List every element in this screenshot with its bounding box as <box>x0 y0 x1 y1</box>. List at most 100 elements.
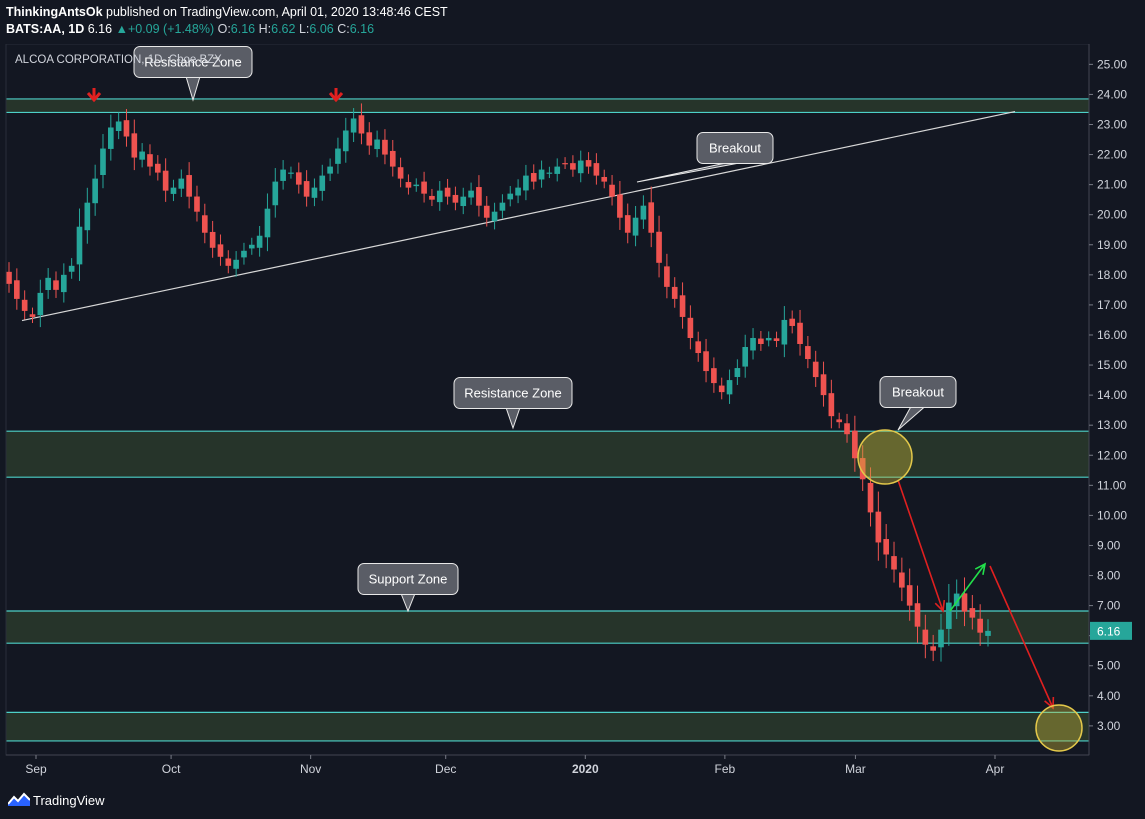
candle-body <box>311 187 318 198</box>
candle-body <box>852 430 858 459</box>
candle-body <box>969 608 976 618</box>
candle-body <box>186 175 192 197</box>
candle-body <box>781 319 788 345</box>
candle-body <box>985 630 991 636</box>
zone-fill <box>6 98 1089 113</box>
price-chart[interactable]: Resistance ZoneBreakoutResistance Zone Br… <box>0 0 1145 819</box>
time-tick-label: Sep <box>25 762 47 776</box>
candle-body <box>538 169 545 180</box>
tradingview-logo-icon[interactable] <box>8 792 30 806</box>
candle-body <box>6 271 12 284</box>
price-tick-label: 9.00 <box>1097 538 1121 552</box>
candle-body <box>938 629 944 648</box>
candle-body <box>92 178 98 204</box>
candle-body <box>648 202 655 233</box>
candle-body <box>765 337 772 341</box>
time-tick-label: 2020 <box>572 762 599 776</box>
down-arrow-icon <box>328 88 344 103</box>
candle-body <box>515 187 521 196</box>
candle-body <box>977 618 983 633</box>
candle-body <box>382 139 388 155</box>
candle-body <box>742 347 749 367</box>
author-name[interactable]: ThinkingAntsOk <box>6 5 103 19</box>
price-tick-label: 24.00 <box>1097 87 1127 101</box>
time-tick-label: Apr <box>986 762 1005 776</box>
time-tick-label: Mar <box>845 762 866 776</box>
candle-body <box>883 539 890 555</box>
candle-body <box>812 361 819 378</box>
price-tick-label: 16.00 <box>1097 328 1127 342</box>
candle-body <box>617 194 623 218</box>
candle-body <box>758 338 764 344</box>
candle-body <box>711 368 717 384</box>
candle-body <box>961 593 968 612</box>
candle-body <box>319 175 326 191</box>
candle-body <box>930 646 936 651</box>
candle-body <box>656 231 662 263</box>
price-tick-label: 10.00 <box>1097 508 1127 522</box>
chart-title: ALCOA CORPORATION, 1D, Cboe BZX <box>15 54 222 66</box>
candle-body <box>922 629 929 645</box>
price-tick-label: 8.00 <box>1097 569 1121 583</box>
price-tick-label: 7.00 <box>1097 599 1121 613</box>
candle-body <box>303 181 310 197</box>
candle-body <box>476 187 482 206</box>
axes-layer: 25.00 24.00 23.00 22.00 21.00 20.00 19.00 18.00… <box>5 43 1132 776</box>
candle-body <box>891 556 897 570</box>
header: ThinkingAntsOk published on TradingView.… <box>0 0 1145 44</box>
candle-body <box>178 178 185 189</box>
price-tick-label: 17.00 <box>1097 298 1127 312</box>
callout-label: Breakout <box>709 141 761 156</box>
candle-body <box>632 217 639 236</box>
candle-body <box>147 154 153 167</box>
callout-tail <box>185 76 201 102</box>
zone-fill <box>6 712 1089 741</box>
target-circle <box>1035 704 1083 752</box>
candle-body <box>100 148 106 176</box>
rising-trendline <box>21 110 1016 322</box>
time-tick-label: Nov <box>300 762 321 776</box>
candle-body <box>624 215 631 233</box>
candle-body <box>366 132 373 146</box>
zone-fill <box>6 431 1089 478</box>
publish-line: ThinkingAntsOk published on TradingView.… <box>6 5 448 19</box>
tradingview-brand[interactable]: TradingView <box>33 793 105 808</box>
candle-body <box>131 133 138 158</box>
candle-body <box>123 120 130 137</box>
candle-body <box>342 130 349 152</box>
open-value: 6.16 <box>230 22 256 36</box>
candle-body <box>609 184 615 197</box>
time-tick-label: Feb <box>715 762 736 776</box>
candle-body <box>530 173 537 182</box>
candle-body <box>84 202 91 231</box>
candle-body <box>405 182 412 188</box>
candle-body <box>671 286 678 299</box>
symbol-label: BATS:AA, 1D <box>6 22 85 36</box>
candle-body <box>61 274 67 293</box>
open-label: O: <box>217 22 231 36</box>
candle-body <box>914 603 921 627</box>
candle-body <box>209 231 216 248</box>
candle-body <box>640 205 647 220</box>
candle-body <box>429 195 435 200</box>
candle-body <box>201 215 208 233</box>
high-label: H: <box>258 22 272 36</box>
candle-body <box>53 280 59 290</box>
ohlc-line: BATS:AA, 1D 6.16 ▲+0.09 (+1.48%) O:6.16 … <box>6 22 374 36</box>
candle-body <box>734 368 741 378</box>
candle-body <box>601 176 608 182</box>
down-arrow-icon <box>86 88 102 103</box>
candle-body <box>483 205 490 218</box>
candle-body <box>789 318 796 326</box>
candle-body <box>554 166 561 174</box>
time-tick-label: Oct <box>162 762 181 776</box>
callout-tail <box>400 593 416 613</box>
candle-body <box>272 181 279 206</box>
price-tick-label: 23.00 <box>1097 117 1127 131</box>
callout-label: Breakout <box>892 385 944 400</box>
candle-body <box>585 160 592 167</box>
candle-body <box>946 602 952 629</box>
candle-body <box>797 322 803 344</box>
candle-body <box>867 482 874 513</box>
high-value: 6.62 <box>271 22 296 36</box>
